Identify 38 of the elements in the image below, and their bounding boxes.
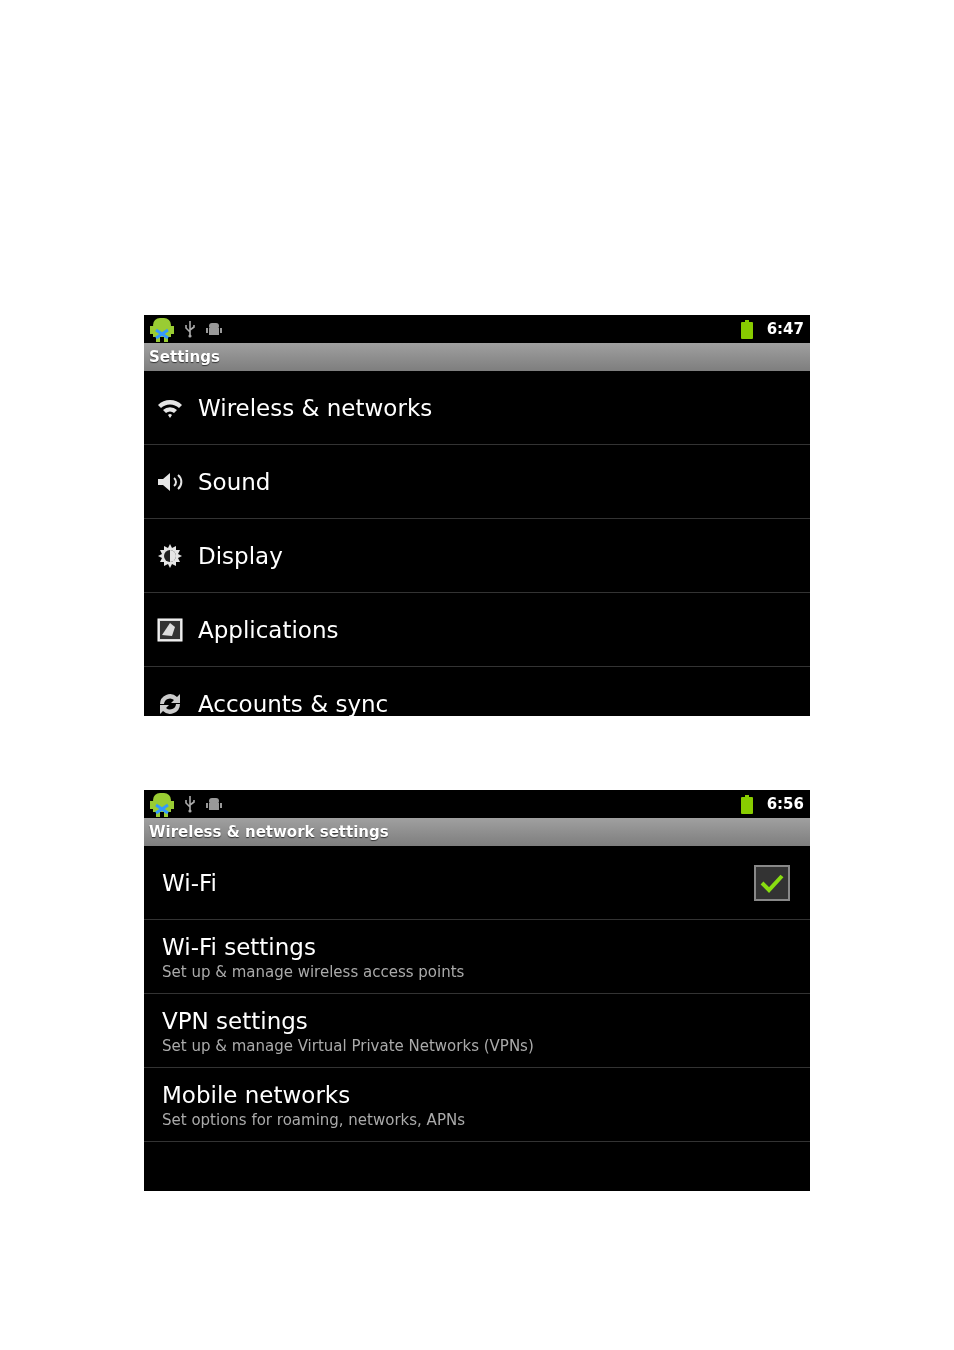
row-summary: Set up & manage wireless access points: [162, 961, 466, 982]
applications-icon: [157, 616, 183, 643]
settings-row[interactable]: Applications: [144, 593, 810, 667]
settings-row[interactable]: Wi-Fi: [144, 846, 810, 920]
usb-icon: [184, 795, 196, 813]
android-debug-icon: [206, 797, 222, 811]
checkmark-icon: [760, 872, 784, 893]
settings-row[interactable]: Accounts & sync: [144, 667, 810, 716]
settings-row[interactable]: Wi-Fi settings Set up & manage wireless access points: [144, 920, 810, 994]
row-summary: Set options for roaming, networks, APNs: [162, 1109, 466, 1130]
row-label: Wi-Fi settings: [162, 932, 317, 962]
settings-row[interactable]: Sound: [144, 445, 810, 519]
settings-row[interactable]: Mobile networks Set options for roaming, networks, APNs: [144, 1068, 810, 1142]
battery-icon: [740, 319, 753, 339]
row-label: Display: [198, 541, 284, 571]
android-icon: [150, 316, 174, 342]
row-label: Sound: [198, 467, 272, 497]
row-label: Wireless & networks: [198, 393, 434, 423]
checkbox[interactable]: [754, 864, 790, 901]
usb-icon: [184, 320, 196, 338]
clock-time: 6:47: [766, 318, 804, 340]
row-label: Wi-Fi: [162, 868, 218, 898]
battery-icon: [740, 794, 753, 814]
android-icon: [150, 791, 174, 817]
brightness-icon: [157, 542, 183, 569]
android-debug-icon: [206, 322, 222, 336]
screen-title: Wireless & network settings: [144, 818, 810, 846]
speaker-icon: [156, 470, 184, 493]
row-label: Mobile networks: [162, 1080, 352, 1110]
settings-row[interactable]: Display: [144, 519, 810, 593]
row-label: Accounts & sync: [198, 689, 390, 716]
screen-title: Settings: [144, 343, 810, 371]
clock-time: 6:56: [766, 793, 804, 815]
settings-row[interactable]: VPN settings Set up & manage Virtual Private Networks (VPNs): [144, 994, 810, 1068]
row-label: VPN settings: [162, 1006, 309, 1036]
row-summary: Set up & manage Virtual Private Networks (VPNs): [162, 1035, 535, 1056]
row-label: Applications: [198, 615, 340, 645]
settings-row[interactable]: Wireless & networks: [144, 371, 810, 445]
